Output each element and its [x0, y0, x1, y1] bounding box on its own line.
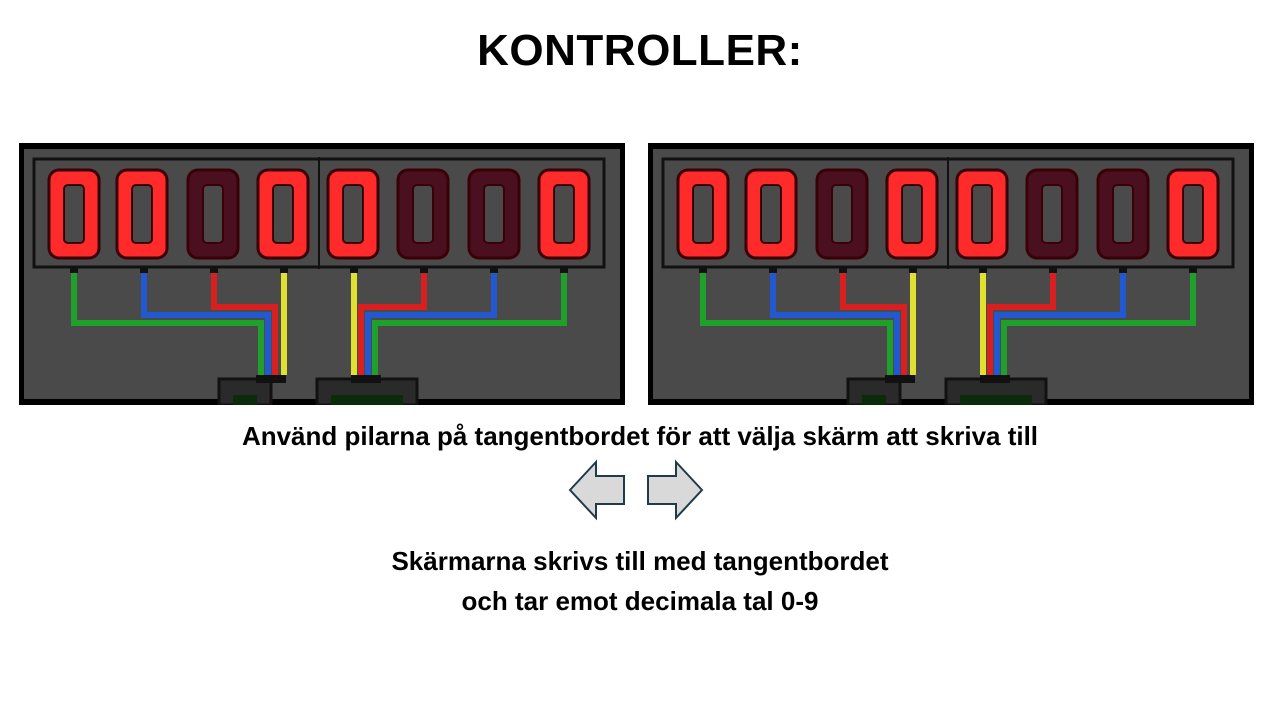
- arrow-right-icon: [647, 459, 704, 521]
- digit-8: 0: [1166, 168, 1220, 260]
- digit-1: 0: [676, 168, 730, 260]
- digit-6: 0: [1025, 168, 1079, 260]
- digit-5: 0: [326, 168, 380, 260]
- digit-1: 0: [47, 168, 101, 260]
- page-title: KONTROLLER:: [477, 26, 803, 75]
- arrow-instructions: Använd pilarna på tangentbordet för att …: [241, 421, 1039, 451]
- digit-2: 0: [115, 168, 169, 260]
- keyboard-instructions-line2: och tar emot decimala tal 0-9: [461, 586, 819, 616]
- display-graphic-right: 00000000: [653, 149, 1249, 405]
- digit-4: 0: [256, 168, 310, 260]
- digit-8: 0: [537, 168, 591, 260]
- arrow-left-icon: [568, 459, 625, 521]
- display-graphic-left: 00000000: [24, 149, 620, 405]
- digit-3: 0: [815, 168, 869, 260]
- digit-5: 0: [955, 168, 1009, 260]
- keyboard-instructions-line1: Skärmarna skrivs till med tangentbordet: [391, 546, 889, 576]
- digit-4: 0: [885, 168, 939, 260]
- digit-3: 0: [186, 168, 240, 260]
- digit-7: 0: [1096, 168, 1150, 260]
- digit-2: 0: [744, 168, 798, 260]
- display-panel-left[interactable]: 00000000: [19, 143, 625, 405]
- digit-7: 0: [467, 168, 521, 260]
- display-panel-right[interactable]: 00000000: [648, 143, 1254, 405]
- digit-6: 0: [396, 168, 450, 260]
